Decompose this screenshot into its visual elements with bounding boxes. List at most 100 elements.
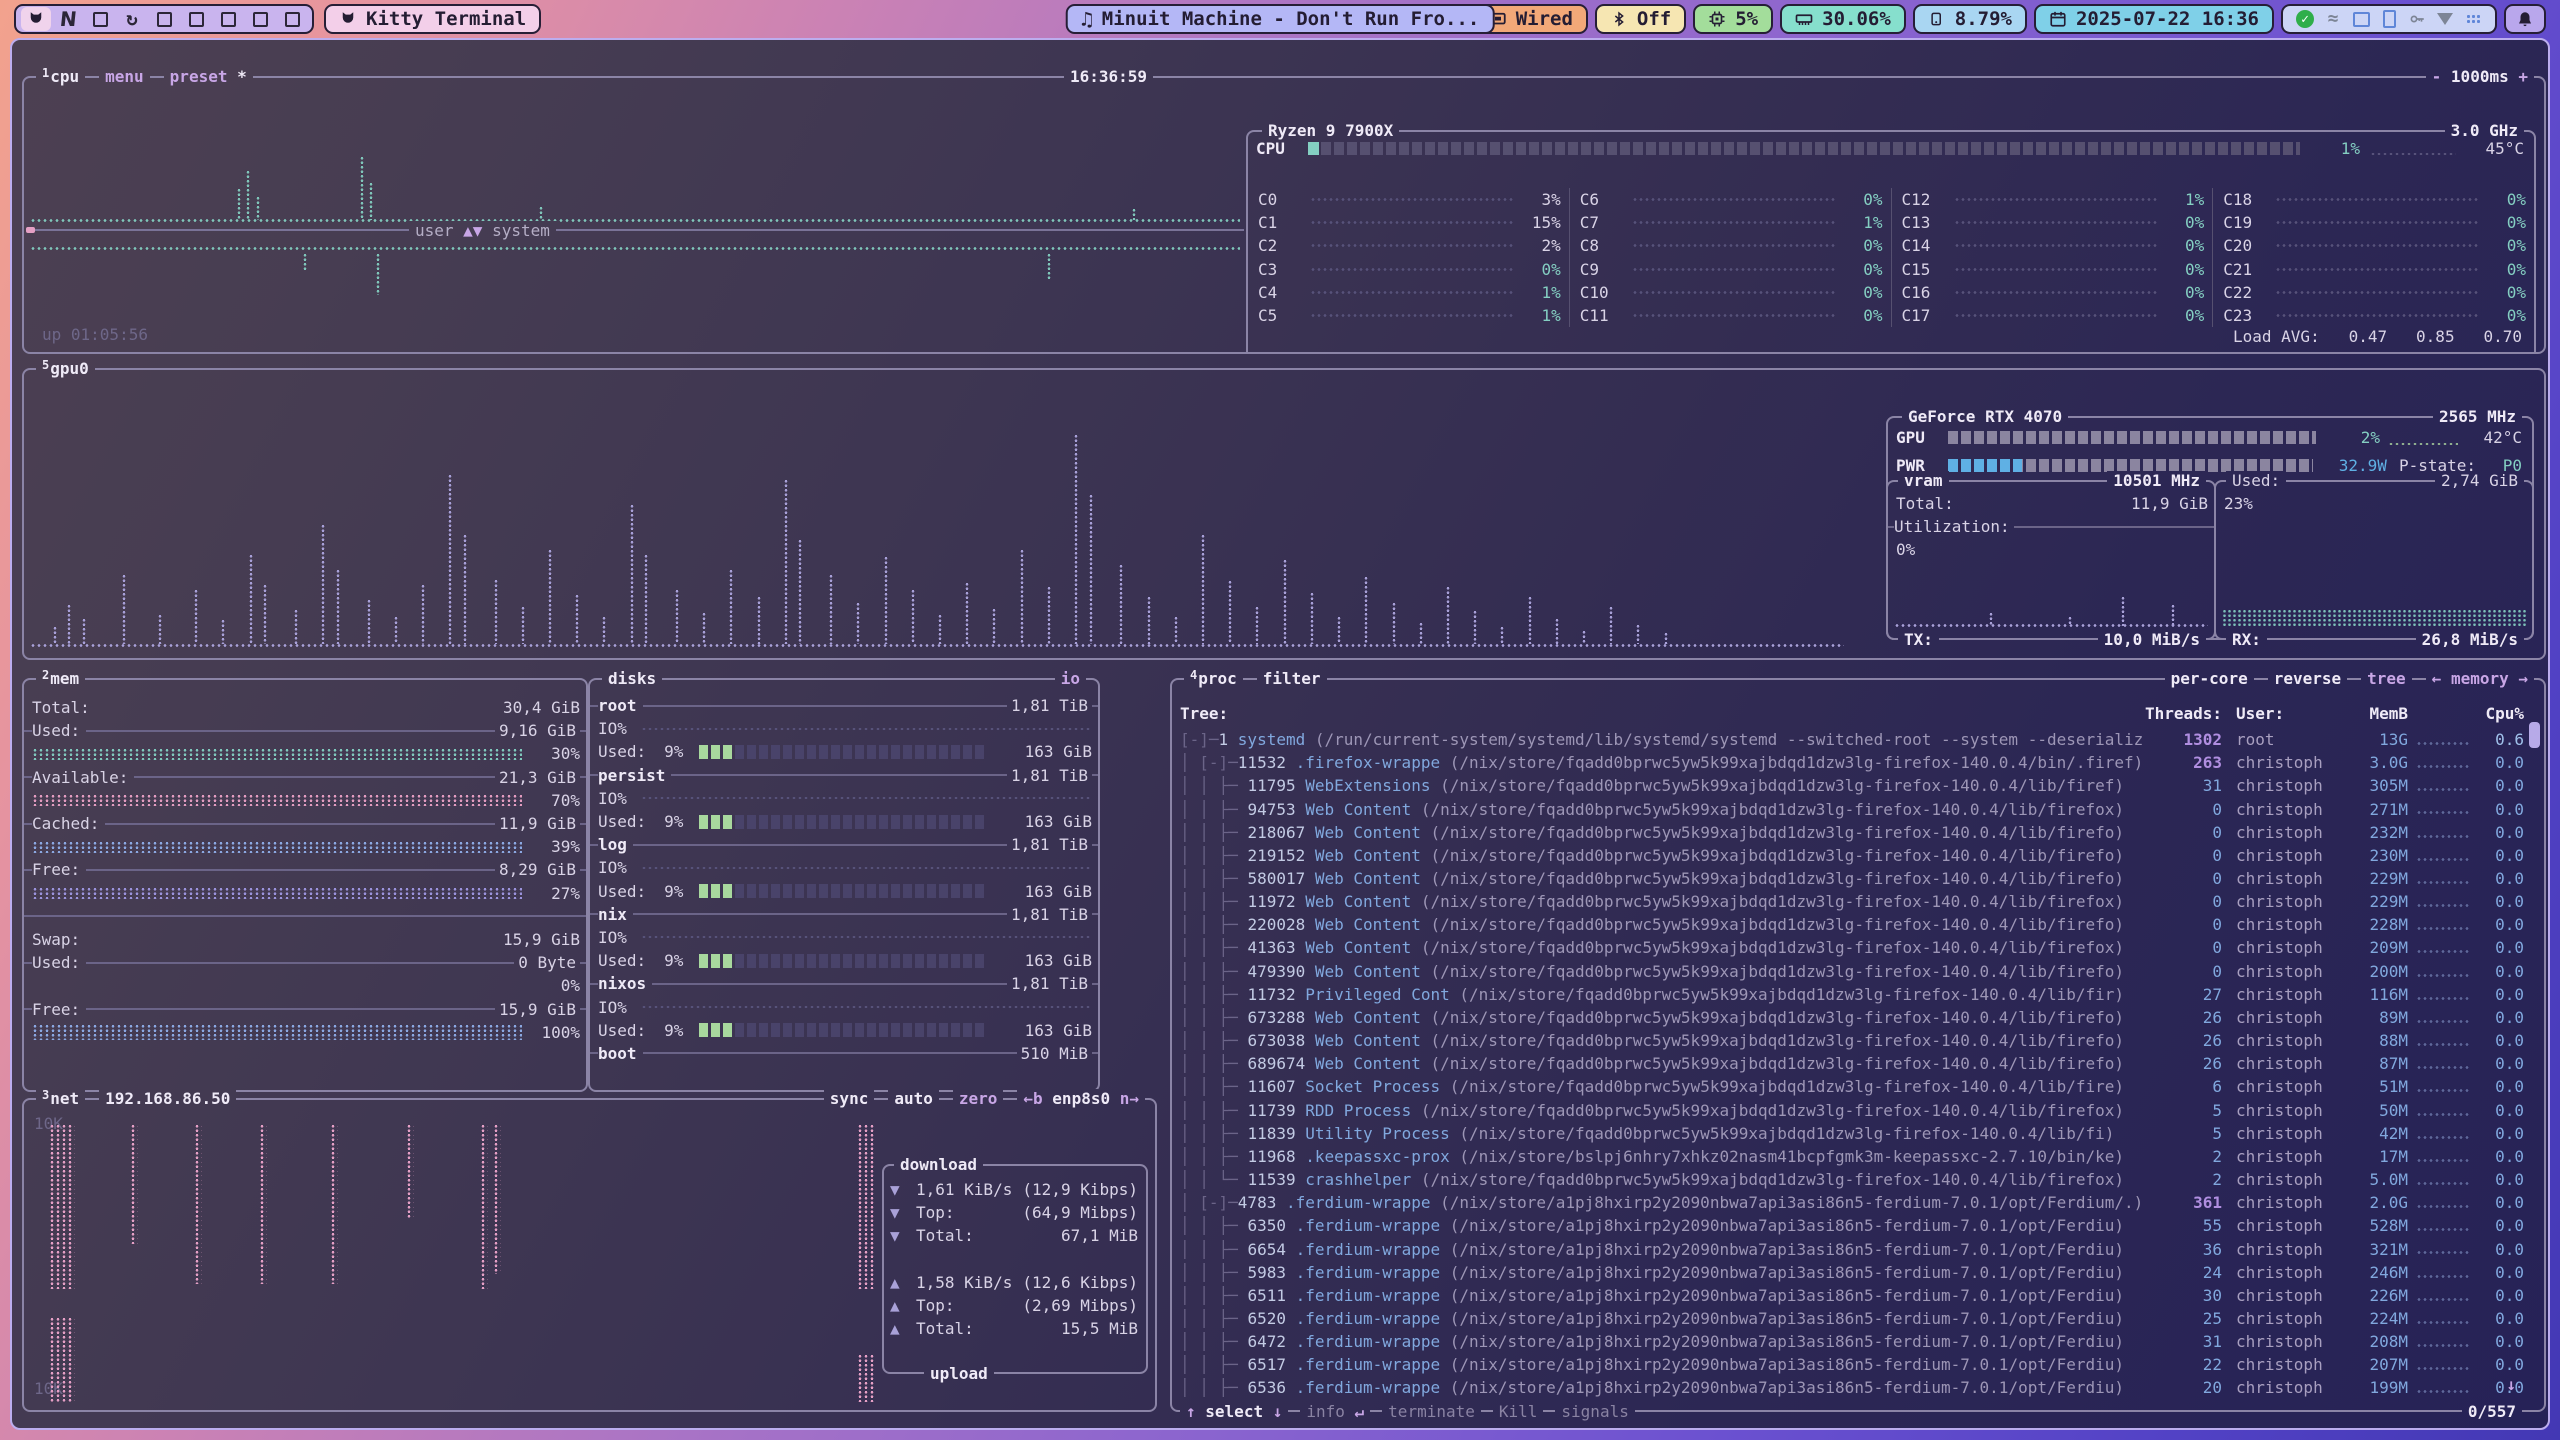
system-tray[interactable]: ✓≈ xyxy=(2281,4,2497,34)
process-row-6654[interactable]: │ │ ├─ 6654 .ferdium-wrappe (/nix/store/… xyxy=(1180,1237,2524,1260)
net-auto-button[interactable]: auto xyxy=(888,1089,939,1108)
workspace-3-square-icon[interactable] xyxy=(85,7,115,31)
process-row-580017[interactable]: │ │ ├─ 580017 Web Content (/nix/store/fq… xyxy=(1180,867,2524,890)
process-row-6472[interactable]: │ │ ├─ 6472 .ferdium-wrappe (/nix/store/… xyxy=(1180,1330,2524,1353)
process-row-6517[interactable]: │ │ ├─ 6517 .ferdium-wrappe (/nix/store/… xyxy=(1180,1353,2524,1376)
process-row-11968[interactable]: │ │ ├─ 11968 .keepassxc-prox (/nix/store… xyxy=(1180,1145,2524,1168)
disk-nix-io: IO% xyxy=(590,926,1098,949)
net-sync-button[interactable]: sync xyxy=(824,1089,875,1108)
status-pill-memory[interactable]: 30.06% xyxy=(1780,4,1906,34)
process-list-header[interactable]: Tree: Threads: User: MemB Cpu% xyxy=(1180,704,2524,723)
upload-title: upload xyxy=(924,1364,994,1383)
status-pill-clock[interactable]: 2025-07-22 16:36 xyxy=(2034,4,2274,34)
notifications-button[interactable] xyxy=(2504,4,2546,34)
vram-used-panel: Used: 2,74 GiB 23% RX: 26,8 MiB/s xyxy=(2214,480,2534,640)
process-row-673038[interactable]: │ │ ├─ 673038 Web Content (/nix/store/fq… xyxy=(1180,1029,2524,1052)
process-row-6520[interactable]: │ │ ├─ 6520 .ferdium-wrappe (/nix/store/… xyxy=(1180,1307,2524,1330)
process-box-title[interactable]: 4proc xyxy=(1184,669,1243,688)
process-scrollbar[interactable] xyxy=(2529,722,2540,748)
process-row-479390[interactable]: │ │ ├─ 479390 Web Content (/nix/store/fq… xyxy=(1180,960,2524,983)
tray-phone-icon[interactable] xyxy=(2380,10,2398,28)
process-row-219152[interactable]: │ │ ├─ 219152 Web Content (/nix/store/fq… xyxy=(1180,844,2524,867)
process-row-94753[interactable]: │ │ ├─ 94753 Web Content (/nix/store/fqa… xyxy=(1180,797,2524,820)
process-row-218067[interactable]: │ │ ├─ 218067 Web Content (/nix/store/fq… xyxy=(1180,821,2524,844)
core-C3: C30% xyxy=(1248,258,1569,281)
status-pill-gpu[interactable]: 8.79% xyxy=(1913,4,2027,34)
cpu-graph-legend[interactable]: user ▲▼ system xyxy=(409,221,556,240)
disk-nix-used: Used:9%163 GiB xyxy=(590,949,1098,972)
net-interface-switcher[interactable]: ←b enp8s0 n→ xyxy=(1017,1089,1145,1108)
sort-column-switcher[interactable]: ← memory → xyxy=(2426,669,2534,688)
reverse-toggle[interactable]: reverse xyxy=(2268,669,2347,688)
vram-util: 0% xyxy=(1896,540,1915,559)
disks-io-toggle[interactable]: io xyxy=(1055,669,1086,688)
process-row-11972[interactable]: │ │ ├─ 11972 Web Content (/nix/store/fqa… xyxy=(1180,890,2524,913)
kill-button[interactable]: Kill xyxy=(1493,1402,1544,1421)
process-row-11532[interactable]: │ [-]─11532 .firefox-wrappe (/nix/store/… xyxy=(1180,751,2524,774)
process-row-4783[interactable]: │ [-]─4783 .ferdium-wrappe (/nix/store/a… xyxy=(1180,1191,2524,1214)
update-interval-control[interactable]: - 1000ms + xyxy=(2426,67,2534,86)
process-row-6350[interactable]: │ │ ├─ 6350 .ferdium-wrappe (/nix/store/… xyxy=(1180,1214,2524,1237)
filter-button[interactable]: filter xyxy=(1257,669,1327,688)
core-C16: C160% xyxy=(1892,281,2213,304)
process-row-11607[interactable]: │ │ ├─ 11607 Socket Process (/nix/store/… xyxy=(1180,1075,2524,1098)
process-row-1[interactable]: [-]─1 systemd (/run/current-system/syste… xyxy=(1180,728,2524,751)
gpu-frequency: 2565 MHz xyxy=(2433,407,2522,426)
net-zero-button[interactable]: zero xyxy=(953,1089,1004,1108)
process-row-6511[interactable]: │ │ ├─ 6511 .ferdium-wrappe (/nix/store/… xyxy=(1180,1284,2524,1307)
per-core-toggle[interactable]: per-core xyxy=(2165,669,2254,688)
select-control[interactable]: ↑ select ↓ xyxy=(1180,1402,1288,1421)
cpu-box-title[interactable]: 1cpu xyxy=(36,67,85,86)
mem-row-swap: Swap:15,9 GiB xyxy=(24,928,586,951)
preset-button[interactable]: preset * xyxy=(164,67,253,86)
tray-key-icon[interactable] xyxy=(2408,10,2426,28)
process-row-673288[interactable]: │ │ ├─ 673288 Web Content (/nix/store/fq… xyxy=(1180,1006,2524,1029)
tray-shield-down-icon[interactable] xyxy=(2436,10,2454,28)
music-player-pill[interactable]: ♫ Minuit Machine - Don't Run Fro... xyxy=(1066,4,1495,34)
process-list: [-]─1 systemd (/run/current-system/syste… xyxy=(1180,728,2524,1400)
terminate-button[interactable]: terminate xyxy=(1382,1402,1481,1421)
workspace-switcher[interactable]: N↻ xyxy=(14,4,314,34)
status-pill-cpu[interactable]: 5% xyxy=(1693,4,1773,34)
workspace-6-square-icon[interactable] xyxy=(181,7,211,31)
process-row-11539[interactable]: │ │ └─ 11539 crashhelper (/nix/store/fqa… xyxy=(1180,1168,2524,1191)
process-row-11795[interactable]: │ │ ├─ 11795 WebExtensions (/nix/store/f… xyxy=(1180,774,2524,797)
workspace-1-cat-icon[interactable] xyxy=(21,7,51,31)
workspace-5-square-icon[interactable] xyxy=(149,7,179,31)
gpu-rx-rate: 26,8 MiB/s xyxy=(2416,630,2524,649)
disks-box-title[interactable]: disks xyxy=(602,669,662,688)
network-box-title[interactable]: 3net xyxy=(36,1089,85,1108)
tray-display-icon[interactable] xyxy=(2352,10,2370,28)
process-row-6536[interactable]: │ │ ├─ 6536 .ferdium-wrappe (/nix/store/… xyxy=(1180,1376,2524,1399)
disk-root-used: Used:9%163 GiB xyxy=(590,740,1098,763)
process-row-11839[interactable]: │ │ ├─ 11839 Utility Process (/nix/store… xyxy=(1180,1122,2524,1145)
tray-check-circle-icon[interactable]: ✓ xyxy=(2296,10,2314,28)
tray-grid-icon[interactable] xyxy=(2464,10,2482,28)
menu-button[interactable]: menu xyxy=(99,67,150,86)
vram-used-value: 2,74 GiB xyxy=(2435,471,2524,490)
cpu-temp: 45°C xyxy=(2466,139,2534,158)
process-row-41363[interactable]: │ │ ├─ 41363 Web Content (/nix/store/fqa… xyxy=(1180,936,2524,959)
status-cpu-value: 5% xyxy=(1735,10,1758,29)
mem-meter: 39% xyxy=(24,835,586,858)
workspace-2-nvim-icon[interactable]: N xyxy=(53,7,83,31)
gpu-box-title[interactable]: 5gpu0 xyxy=(36,359,95,378)
process-row-11739[interactable]: │ │ ├─ 11739 RDD Process (/nix/store/fqa… xyxy=(1180,1099,2524,1122)
process-row-11732[interactable]: │ │ ├─ 11732 Privileged Cont (/nix/store… xyxy=(1180,983,2524,1006)
memory-box-title[interactable]: 2mem xyxy=(36,669,85,688)
workspace-7-square-icon[interactable] xyxy=(213,7,243,31)
workspace-4-refresh-icon[interactable]: ↻ xyxy=(117,7,147,31)
info-button[interactable]: info ↵ xyxy=(1300,1402,1370,1421)
signals-button[interactable]: signals xyxy=(1555,1402,1634,1421)
core-C18: C180% xyxy=(2213,188,2534,211)
tree-toggle[interactable]: tree xyxy=(2361,669,2412,688)
process-row-5983[interactable]: │ │ ├─ 5983 .ferdium-wrappe (/nix/store/… xyxy=(1180,1261,2524,1284)
workspace-8-square-icon[interactable] xyxy=(245,7,275,31)
process-row-689674[interactable]: │ │ ├─ 689674 Web Content (/nix/store/fq… xyxy=(1180,1052,2524,1075)
process-row-220028[interactable]: │ │ ├─ 220028 Web Content (/nix/store/fq… xyxy=(1180,913,2524,936)
active-window-pill[interactable]: Kitty Terminal xyxy=(324,4,541,34)
workspace-9-square-icon[interactable] xyxy=(277,7,307,31)
tray-wave-icon[interactable]: ≈ xyxy=(2324,10,2342,28)
status-pill-bluetooth[interactable]: Off xyxy=(1595,4,1686,34)
gpu-usage-bar xyxy=(1948,431,2316,444)
